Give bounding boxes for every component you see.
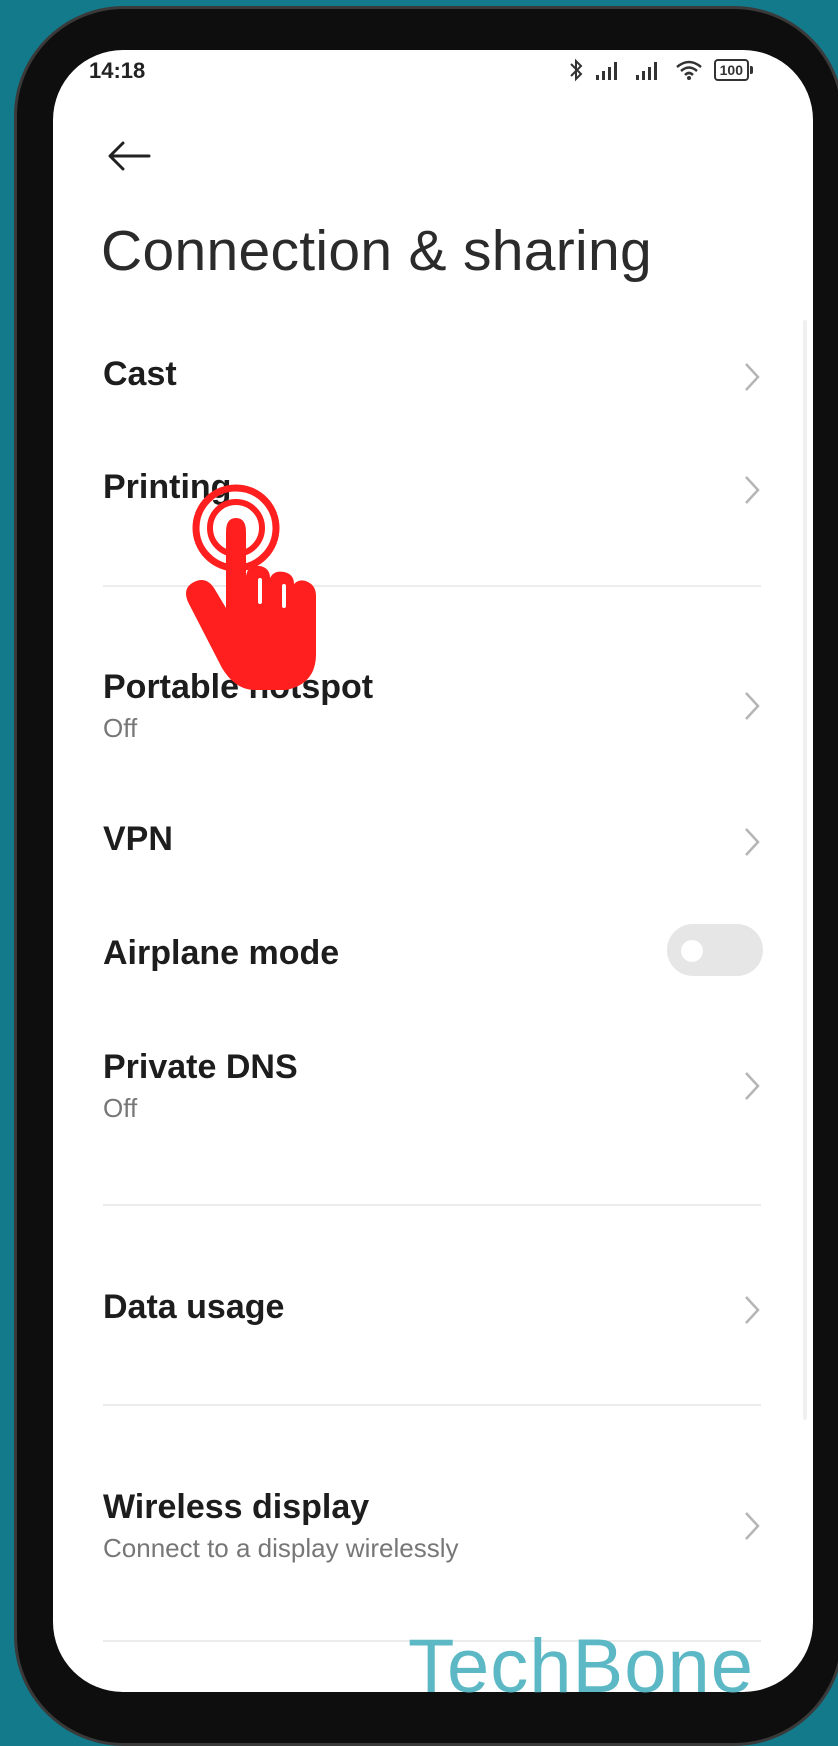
list-item-label: Cast xyxy=(103,355,177,393)
chevron-right-icon xyxy=(745,828,760,856)
list-item-cast[interactable]: Cast xyxy=(103,355,763,394)
signal-icon xyxy=(594,59,624,81)
chevron-right-icon xyxy=(745,692,760,720)
list-item-label: Data usage xyxy=(103,1288,285,1326)
watermark: TechBone xyxy=(408,1624,755,1709)
list-item-subtitle: Off xyxy=(103,1093,138,1123)
airplane-mode-toggle[interactable] xyxy=(667,924,763,976)
status-icons: 100 xyxy=(568,58,753,82)
chevron-right-icon xyxy=(745,1296,760,1324)
tap-hand-icon xyxy=(186,484,316,690)
chevron-right-icon xyxy=(745,476,760,504)
list-item-airplane-mode[interactable]: Airplane mode xyxy=(103,924,763,976)
back-arrow-icon xyxy=(108,141,151,171)
list-item-label: Wireless display xyxy=(103,1488,370,1526)
list-item-vpn[interactable]: VPN xyxy=(103,820,763,859)
list-item-subtitle: Off xyxy=(103,713,138,743)
wifi-icon xyxy=(674,59,704,81)
list-item-subtitle: Connect to a display wirelessly xyxy=(103,1533,459,1563)
status-time: 14:18 xyxy=(89,58,146,83)
list-item-wireless-display[interactable]: Wireless display Connect to a display wi… xyxy=(103,1488,763,1564)
toggle-knob xyxy=(681,940,703,962)
chevron-right-icon xyxy=(745,1072,760,1100)
bluetooth-icon xyxy=(568,58,584,82)
divider xyxy=(103,1404,761,1406)
chevron-right-icon xyxy=(745,363,760,391)
scrollbar[interactable] xyxy=(803,320,807,1420)
list-item-data-usage[interactable]: Data usage xyxy=(103,1288,763,1327)
battery-level: 100 xyxy=(713,59,749,81)
list-item-private-dns[interactable]: Private DNS Off xyxy=(103,1048,763,1124)
list-item-label: Airplane mode xyxy=(103,934,340,972)
list-item-label: Private DNS xyxy=(103,1048,298,1086)
page-title: Connection & sharing xyxy=(101,219,653,283)
screen: 14:18 100 Connection & sharing Cast Prin… xyxy=(53,50,813,1692)
divider xyxy=(103,1204,761,1206)
battery-icon: 100 xyxy=(713,59,753,81)
signal-icon xyxy=(634,59,664,81)
back-button[interactable] xyxy=(105,130,155,180)
list-item-label: VPN xyxy=(103,820,173,858)
chevron-right-icon xyxy=(745,1512,760,1540)
